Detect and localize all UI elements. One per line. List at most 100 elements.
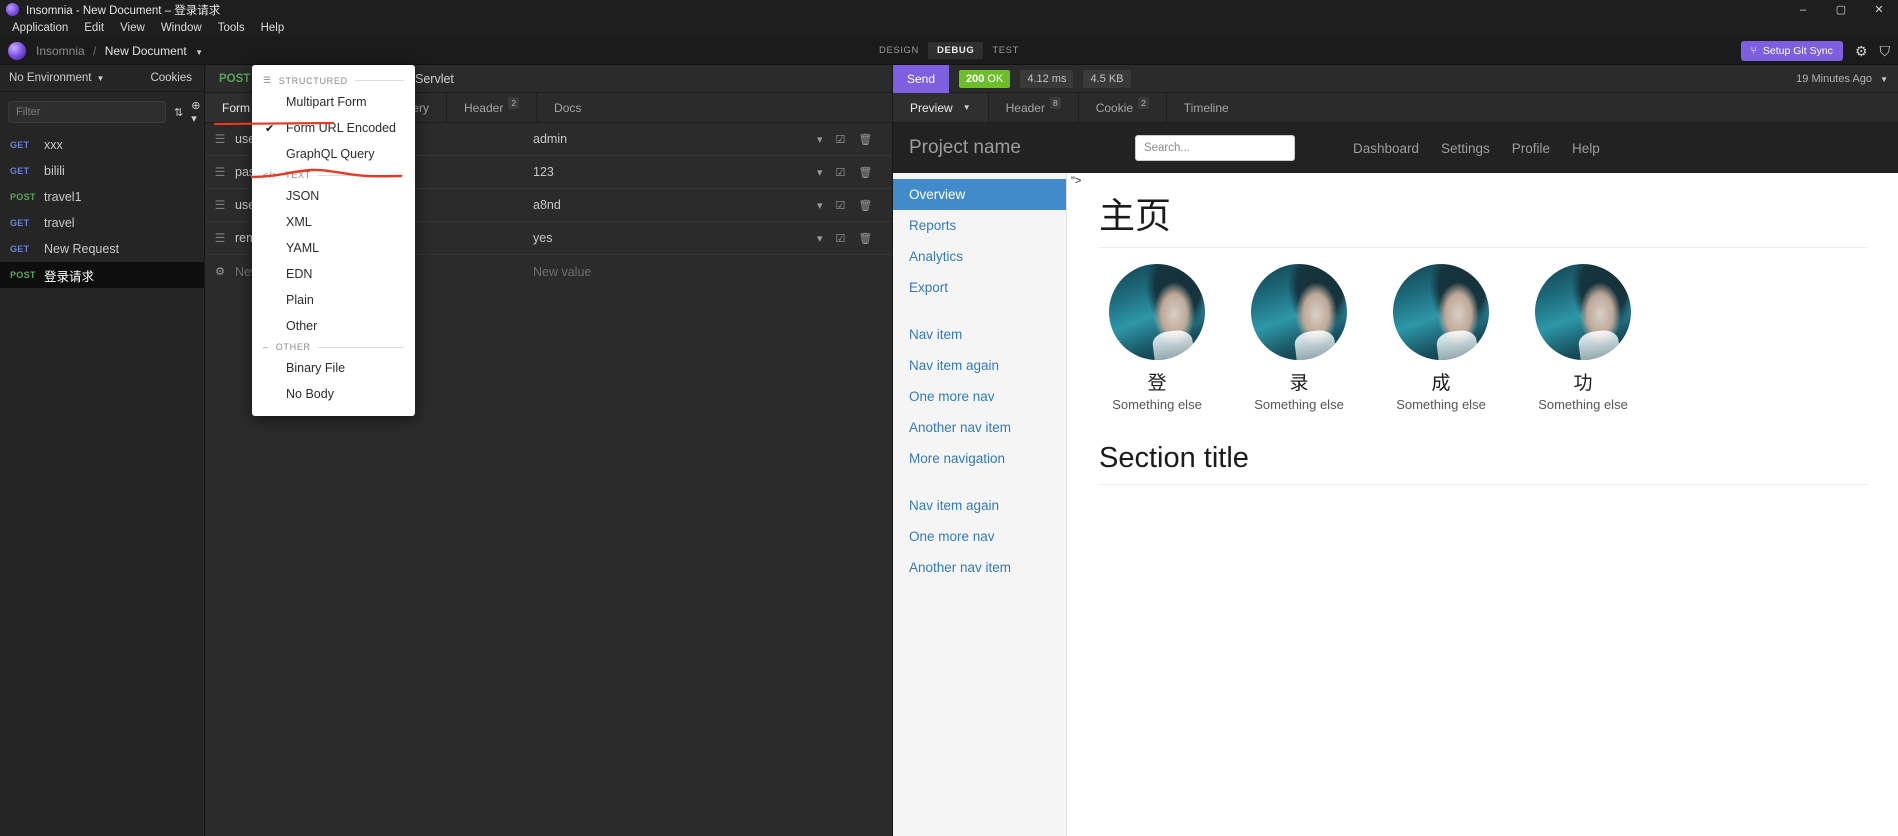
tab-header[interactable]: Header 2 xyxy=(447,93,538,122)
preview-nav-dashboard[interactable]: Dashboard xyxy=(1353,141,1419,156)
mode-debug[interactable]: DEBUG xyxy=(928,42,984,59)
chevron-down-icon[interactable]: ▾ xyxy=(817,166,823,179)
minimize-button[interactable]: – xyxy=(1784,0,1822,19)
insomnia-logo-icon xyxy=(6,3,19,16)
menu-item-binary-file[interactable]: Binary File xyxy=(252,355,415,381)
send-button[interactable]: Send xyxy=(893,64,949,93)
menu-item-plain[interactable]: Plain xyxy=(252,287,415,313)
drag-handle-icon[interactable]: ☰ xyxy=(205,231,235,245)
tab-preview[interactable]: Preview ▼ xyxy=(893,93,989,122)
menu-item-multipart-form[interactable]: Multipart Form xyxy=(252,89,415,115)
breadcrumb[interactable]: Insomnia / New Document ▼ xyxy=(36,44,203,58)
tab-label: Header xyxy=(463,100,504,115)
response-timestamp[interactable]: 19 Minutes Ago ▼ xyxy=(1796,73,1888,85)
chevron-down-icon[interactable]: ▾ xyxy=(817,199,823,212)
chevron-down-icon[interactable]: ▼ xyxy=(195,48,203,57)
preview-sidebar-item-another-nav-item[interactable]: Another nav item xyxy=(893,412,1066,443)
tab-cookie[interactable]: Cookie 2 xyxy=(1079,93,1167,122)
menu-item-no-body[interactable]: No Body xyxy=(252,381,415,407)
maximize-button[interactable]: ▢ xyxy=(1822,0,1860,19)
mode-switcher[interactable]: DESIGN DEBUG TEST xyxy=(870,42,1028,59)
trash-icon[interactable]: 🗑 xyxy=(858,199,872,212)
trash-icon[interactable]: 🗑 xyxy=(858,133,872,146)
breadcrumb-document[interactable]: New Document xyxy=(105,44,187,58)
mode-design[interactable]: DESIGN xyxy=(870,42,928,59)
chevron-down-icon[interactable]: ▼ xyxy=(1880,75,1888,84)
tab-docs[interactable]: Docs xyxy=(537,93,598,122)
gear-icon[interactable]: ⚙ xyxy=(1855,44,1868,58)
preview-nav-help[interactable]: Help xyxy=(1572,141,1600,156)
sort-icon[interactable]: ⇅ xyxy=(174,106,183,119)
preview-search-input[interactable]: Search... xyxy=(1134,135,1295,161)
menu-window[interactable]: Window xyxy=(153,19,210,37)
gear-icon[interactable]: ⚙ xyxy=(205,265,235,278)
menu-application[interactable]: Application xyxy=(4,19,76,37)
menu-item-form-url-encoded[interactable]: ✔ Form URL Encoded xyxy=(252,115,415,141)
preview-nav-profile[interactable]: Profile xyxy=(1512,141,1550,156)
menu-item-yaml[interactable]: YAML xyxy=(252,235,415,261)
list-item[interactable]: GET travel xyxy=(0,210,204,236)
form-value[interactable]: yes xyxy=(533,231,817,245)
list-item[interactable]: POST travel1 xyxy=(0,184,204,210)
new-value-input[interactable]: New value xyxy=(533,265,817,279)
preview-nav-settings[interactable]: Settings xyxy=(1441,141,1490,156)
breadcrumb-separator: / xyxy=(93,43,97,58)
checkbox-checked-icon[interactable]: ☑ xyxy=(836,133,846,146)
tab-response-header[interactable]: Header 8 xyxy=(989,93,1079,122)
form-value[interactable]: 123 xyxy=(533,165,817,179)
menu-item-other[interactable]: Other xyxy=(252,313,415,339)
tab-timeline[interactable]: Timeline xyxy=(1167,93,1246,122)
checkbox-checked-icon[interactable]: ☑ xyxy=(836,199,846,212)
menu-item-edn[interactable]: EDN xyxy=(252,261,415,287)
breadcrumb-root[interactable]: Insomnia xyxy=(36,44,85,58)
body-type-dropdown[interactable]: ☰ STRUCTURED Multipart Form ✔ Form URL E… xyxy=(252,65,415,416)
drag-handle-icon[interactable]: ☰ xyxy=(205,165,235,179)
trash-icon[interactable]: 🗑 xyxy=(858,232,872,245)
form-value[interactable]: admin xyxy=(533,132,817,146)
checkbox-checked-icon[interactable]: ☑ xyxy=(836,232,846,245)
chevron-down-icon[interactable]: ▾ xyxy=(817,232,823,245)
menu-item-label: No Body xyxy=(286,387,334,401)
menu-view[interactable]: View xyxy=(112,19,153,37)
preview-sidebar-item-analytics[interactable]: Analytics xyxy=(893,241,1066,272)
chevron-down-icon[interactable]: ▼ xyxy=(963,103,971,112)
preview-sidebar-item-export[interactable]: Export xyxy=(893,272,1066,303)
cookies-button[interactable]: Cookies xyxy=(150,72,192,84)
environment-selector[interactable]: No Environment ▼ xyxy=(9,72,104,84)
chevron-down-icon[interactable]: ▾ xyxy=(817,133,823,146)
preview-sidebar-gap xyxy=(893,474,1066,490)
request-method: GET xyxy=(10,218,30,228)
list-item-selected[interactable]: POST 登录请求 xyxy=(0,262,204,288)
menu-item-xml[interactable]: XML xyxy=(252,209,415,235)
checkbox-checked-icon[interactable]: ☑ xyxy=(836,166,846,179)
plus-icon[interactable]: ⊕ ▾ xyxy=(191,99,200,125)
user-icon[interactable]: ⛉ xyxy=(1880,44,1891,58)
preview-sidebar-item-nav-item-again[interactable]: Nav item again xyxy=(893,350,1066,381)
list-item[interactable]: GET bilili xyxy=(0,158,204,184)
preview-sidebar-item-another-nav-item-2[interactable]: Another nav item xyxy=(893,552,1066,583)
preview-sidebar-item-nav-item-again-2[interactable]: Nav item again xyxy=(893,490,1066,521)
preview-sidebar-item-nav-item[interactable]: Nav item xyxy=(893,319,1066,350)
drag-handle-icon[interactable]: ☰ xyxy=(205,132,235,146)
menu-help[interactable]: Help xyxy=(253,19,293,37)
menu-item-json[interactable]: JSON xyxy=(252,183,415,209)
preview-card: 录 Something else xyxy=(1241,264,1357,412)
list-item[interactable]: GET New Request xyxy=(0,236,204,262)
preview-card-title: 登 xyxy=(1147,373,1167,394)
filter-input[interactable] xyxy=(8,101,166,123)
preview-sidebar-item-one-more-nav-2[interactable]: One more nav xyxy=(893,521,1066,552)
trash-icon[interactable]: 🗑 xyxy=(858,166,872,179)
preview-sidebar-item-more-navigation[interactable]: More navigation xyxy=(893,443,1066,474)
form-value[interactable]: a8nd xyxy=(533,198,817,212)
list-item[interactable]: GET xxx xyxy=(0,132,204,158)
preview-sidebar-item-overview[interactable]: Overview xyxy=(893,179,1066,210)
menu-item-graphql-query[interactable]: GraphQL Query xyxy=(252,141,415,167)
mode-test[interactable]: TEST xyxy=(983,42,1028,59)
preview-sidebar-item-one-more-nav[interactable]: One more nav xyxy=(893,381,1066,412)
menu-edit[interactable]: Edit xyxy=(76,19,112,37)
setup-git-sync-button[interactable]: ⑂ Setup Git Sync xyxy=(1740,40,1843,61)
preview-sidebar-item-reports[interactable]: Reports xyxy=(893,210,1066,241)
menu-tools[interactable]: Tools xyxy=(210,19,253,37)
close-button[interactable]: ✕ xyxy=(1860,0,1898,19)
drag-handle-icon[interactable]: ☰ xyxy=(205,198,235,212)
